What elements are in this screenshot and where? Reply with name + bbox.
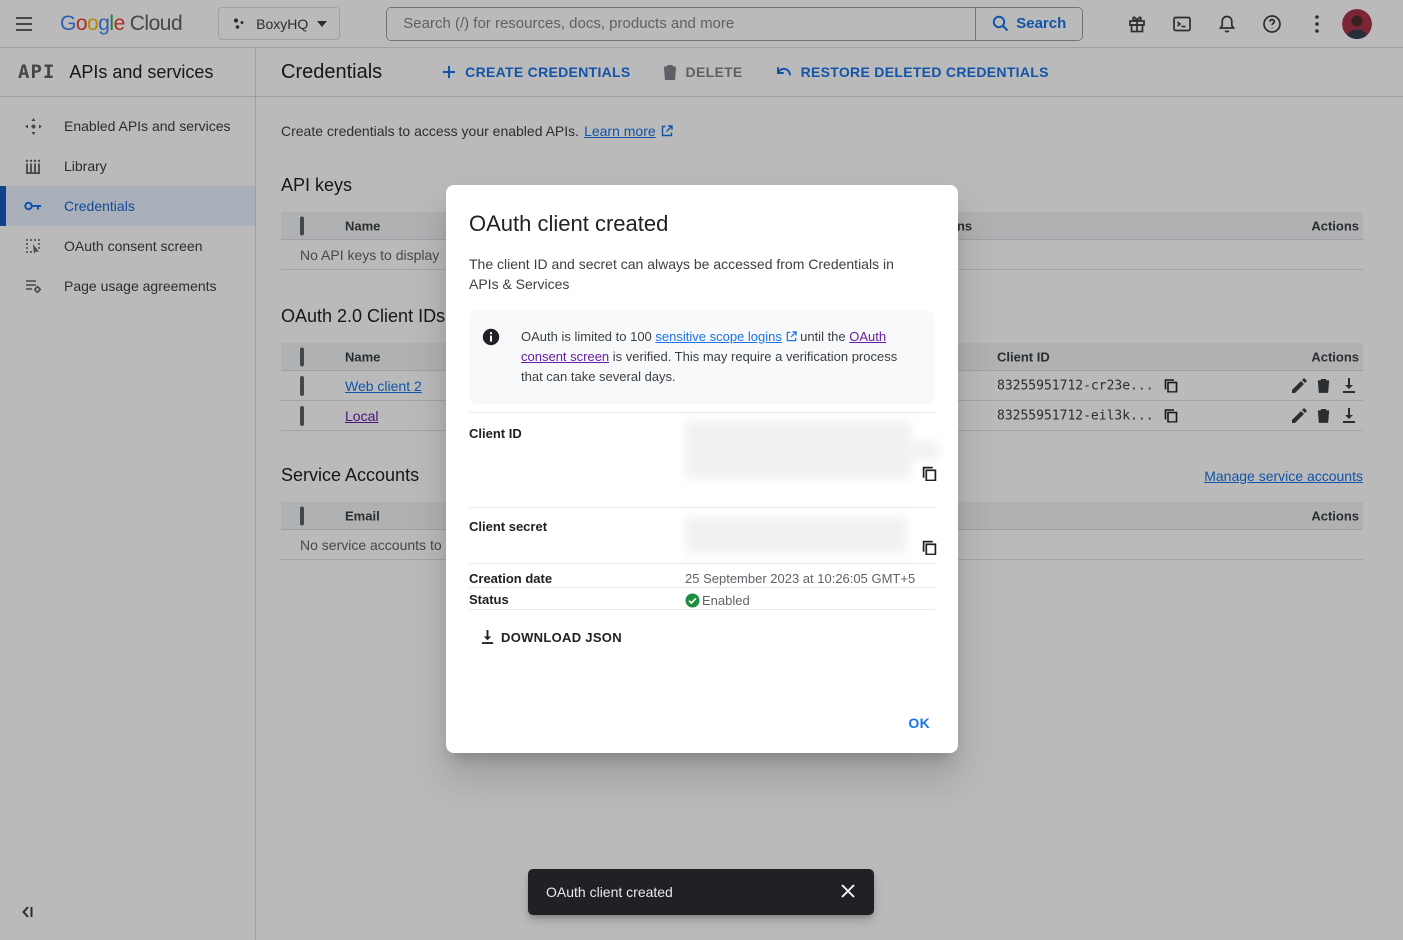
info-banner: OAuth is limited to 100 sensitive scope … [469, 310, 935, 404]
creation-date-value: 25 September 2023 at 10:26:05 GMT+5 [685, 566, 935, 586]
sensitive-scope-logins-link[interactable]: sensitive scope logins [655, 329, 781, 344]
ok-button[interactable]: OK [898, 707, 940, 739]
client-id-label: Client ID [469, 413, 685, 507]
toast-notification: OAuth client created [528, 869, 874, 915]
check-circle-icon [685, 593, 700, 608]
creation-date-row: Creation date 25 September 2023 at 10:26… [469, 563, 935, 587]
status-label: Status [469, 588, 685, 609]
status-row: Status Enabled [469, 587, 935, 610]
download-json-label: DOWNLOAD JSON [501, 630, 622, 645]
info-icon [482, 328, 500, 387]
google-cloud-console: Google Cloud BoxyHQ Search [0, 0, 1403, 940]
client-id-row: Client ID [469, 412, 935, 507]
client-secret-label: Client secret [469, 508, 685, 563]
toast-message: OAuth client created [546, 884, 673, 900]
dialog-title: OAuth client created [469, 211, 935, 237]
oauth-client-created-dialog: OAuth client created The client ID and s… [446, 185, 958, 753]
client-secret-row: Client secret [469, 507, 935, 563]
client-id-redacted [685, 421, 911, 479]
dialog-description: The client ID and secret can always be a… [469, 254, 909, 294]
client-secret-value-area [685, 508, 935, 563]
external-link-icon [786, 331, 797, 342]
client-details: Client ID Client secret [469, 412, 935, 610]
status-badge: Enabled [702, 593, 750, 608]
copy-icon[interactable] [922, 540, 937, 555]
info-text-part: OAuth is limited to 100 [521, 329, 655, 344]
download-json-button[interactable]: DOWNLOAD JSON [469, 619, 634, 655]
client-id-redacted [909, 441, 939, 459]
info-text: OAuth is limited to 100 sensitive scope … [521, 327, 919, 387]
client-id-value-area [685, 413, 935, 507]
creation-date-label: Creation date [469, 566, 685, 586]
download-icon [481, 630, 494, 644]
client-secret-redacted [685, 517, 907, 553]
close-icon[interactable] [840, 883, 858, 901]
copy-icon[interactable] [922, 466, 937, 481]
info-text-part: until the [797, 329, 850, 344]
